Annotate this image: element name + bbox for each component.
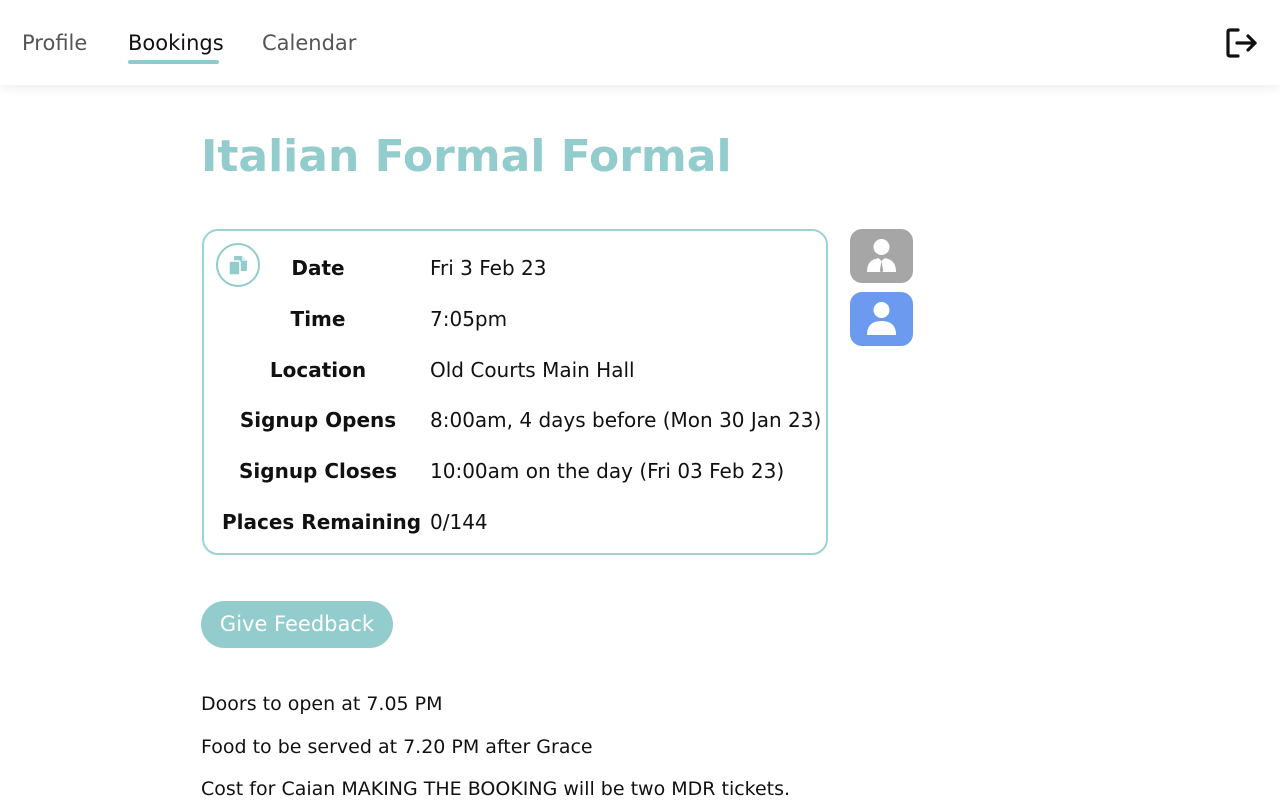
detail-value: Fri 3 Feb 23 [430,256,547,280]
tab-profile[interactable]: Profile [22,30,87,56]
detail-row-date: Date Fri 3 Feb 23 [204,253,826,283]
tab-calendar[interactable]: Calendar [262,30,356,56]
top-nav-bar: Profile Bookings Calendar [0,0,1280,85]
detail-row-signup-opens: Signup Opens 8:00am, 4 days before (Mon … [204,405,826,435]
give-feedback-button[interactable]: Give Feedback [201,601,393,648]
formal-attire-button[interactable] [850,229,913,283]
active-tab-underline [128,60,219,64]
description-line: Food to be served at 7.20 PM after Grace [201,736,593,758]
tab-bookings[interactable]: Bookings [128,30,224,56]
detail-value: 0/144 [430,510,488,534]
detail-label: Signup Closes [239,459,397,483]
description-line: Cost for Caian MAKING THE BOOKING will b… [201,778,791,800]
detail-value: 8:00am, 4 days before (Mon 30 Jan 23) [430,408,822,432]
detail-row-time: Time 7:05pm [204,304,826,334]
detail-label: Time [290,307,346,331]
description-line: Doors to open at 7.05 PM [201,693,443,715]
detail-label: Places Remaining [222,510,422,534]
detail-value: Old Courts Main Hall [430,358,635,382]
detail-label: Date [291,256,345,280]
page-title: Italian Formal Formal [201,131,732,182]
detail-value: 10:00am on the day (Fri 03 Feb 23) [430,459,785,483]
event-details-card: Date Fri 3 Feb 23 Time 7:05pm Location O… [202,229,828,555]
logout-button[interactable] [1224,26,1260,60]
person-icon [867,302,896,335]
detail-row-signup-closes: Signup Closes 10:00am on the day (Fri 03… [204,456,826,486]
detail-row-location: Location Old Courts Main Hall [204,355,826,385]
logout-arrow-icon [1226,28,1257,58]
formal-person-icon [867,239,896,273]
detail-value: 7:05pm [430,307,508,331]
detail-label: Location [269,358,367,382]
guest-button[interactable] [850,292,913,346]
detail-row-places-remaining: Places Remaining 0/144 [204,507,826,537]
detail-label: Signup Opens [239,408,397,432]
